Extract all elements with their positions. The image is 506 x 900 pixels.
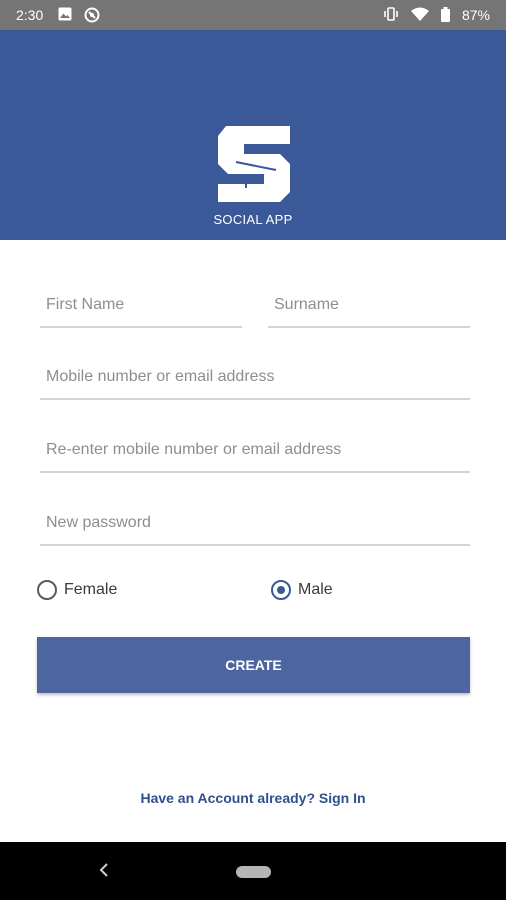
battery-icon <box>441 7 451 22</box>
status-right: 87% <box>383 7 490 23</box>
first-name-input[interactable] <box>46 296 236 314</box>
sync-icon <box>84 7 100 23</box>
contact-confirm-field[interactable] <box>40 417 470 473</box>
app-name: SOCIAL APP <box>213 212 293 227</box>
status-bar: 2:30 87% <box>0 0 506 30</box>
battery-percent: 87% <box>461 7 490 23</box>
app-header: SOCIAL APP <box>0 30 506 240</box>
back-chevron-icon[interactable] <box>98 862 110 878</box>
home-pill-icon[interactable] <box>236 866 271 878</box>
contact-field[interactable] <box>40 344 470 400</box>
vibrate-icon <box>384 7 399 21</box>
radio-dot <box>277 586 285 594</box>
s-logo-icon <box>218 126 290 202</box>
surname-field[interactable] <box>268 272 470 328</box>
signin-link[interactable]: Have an Account already? Sign In <box>0 790 506 806</box>
contact-input[interactable] <box>46 368 464 386</box>
navigation-bar <box>0 842 506 900</box>
password-input[interactable] <box>46 514 464 532</box>
radio-checked-icon[interactable] <box>271 580 291 600</box>
radio-label-male: Male <box>298 581 333 598</box>
contact-confirm-input[interactable] <box>46 441 464 459</box>
password-field[interactable] <box>40 490 470 546</box>
create-button[interactable]: CREATE <box>37 637 470 693</box>
gender-radio-male[interactable]: Male <box>271 578 371 604</box>
first-name-field[interactable] <box>40 272 242 328</box>
surname-input[interactable] <box>274 296 464 314</box>
image-icon <box>58 7 72 21</box>
status-left-icons <box>58 7 108 23</box>
radio-label-female: Female <box>64 581 118 598</box>
radio-unchecked-icon[interactable] <box>37 580 57 600</box>
wifi-icon <box>411 7 430 21</box>
gender-radio-female[interactable]: Female <box>37 578 147 604</box>
status-time: 2:30 <box>16 7 44 23</box>
